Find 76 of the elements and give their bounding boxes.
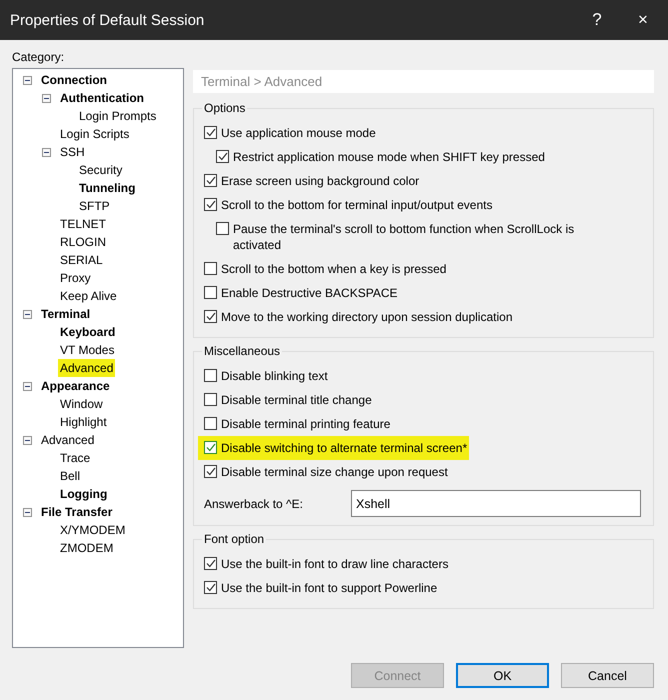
tree-item[interactable]: Advanced	[39, 431, 96, 449]
tree-item[interactable]: ZMODEM	[58, 539, 116, 557]
checkbox-label: Erase screen using background color	[221, 173, 420, 189]
checkbox[interactable]	[216, 150, 229, 163]
tree-item[interactable]: Advanced	[58, 359, 116, 377]
tree-item[interactable]: Login Scripts	[58, 125, 132, 143]
collapse-icon[interactable]	[42, 148, 51, 156]
checkbox-label: Pause the terminal's scroll to bottom function when ScrollLock is activated	[233, 221, 576, 253]
window-title: Properties of Default Session	[9, 12, 206, 28]
tree-item[interactable]: Connection	[39, 71, 109, 89]
collapse-icon[interactable]	[23, 382, 32, 390]
category-label: Category:	[12, 49, 66, 66]
tree-item[interactable]: Bell	[58, 467, 82, 485]
dialog-button[interactable]: OK	[456, 663, 549, 688]
group-title: Miscellaneous	[203, 344, 282, 358]
checkbox[interactable]	[204, 441, 217, 454]
group-title: Options	[203, 101, 246, 115]
tree-item[interactable]: VT Modes	[58, 341, 116, 359]
checkbox[interactable]	[204, 198, 217, 211]
tree-item[interactable]: Highlight	[58, 413, 109, 431]
tree-item[interactable]: Security	[77, 161, 124, 179]
checkbox[interactable]	[204, 174, 217, 187]
tree-item[interactable]: Proxy	[58, 269, 93, 287]
collapse-icon[interactable]	[23, 76, 32, 84]
checkbox-label: Scroll to the bottom when a key is pressed	[221, 261, 446, 277]
checkbox[interactable]	[204, 417, 217, 430]
checkbox[interactable]	[204, 581, 217, 594]
checkbox[interactable]	[204, 286, 217, 299]
tree-item[interactable]: SFTP	[77, 197, 112, 215]
checkbox[interactable]	[204, 262, 217, 275]
checkbox-label: Disable terminal printing feature	[221, 416, 390, 432]
checkbox-label: Use the built-in font to draw line characters	[221, 556, 448, 572]
close-button[interactable]: ×	[620, 0, 666, 40]
group-title: Font option	[203, 532, 266, 546]
tree-item[interactable]: Terminal	[39, 305, 92, 323]
checkbox-label: Scroll to the bottom for terminal input/output events	[221, 197, 492, 213]
checkbox-label: Disable terminal title change	[221, 392, 372, 408]
tree-item[interactable]: Keyboard	[58, 323, 118, 341]
answerback-field[interactable]: Xshell	[351, 490, 641, 517]
checkbox[interactable]	[204, 126, 217, 139]
collapse-icon[interactable]	[23, 310, 32, 318]
field-label: Answerback to ^E:	[204, 496, 304, 510]
tree-item[interactable]: RLOGIN	[58, 233, 108, 251]
tree-item[interactable]: Trace	[58, 449, 92, 467]
collapse-icon[interactable]	[23, 436, 32, 444]
checkbox[interactable]	[204, 465, 217, 478]
tree-item[interactable]: Logging	[58, 485, 110, 503]
tree-item[interactable]: Login Prompts	[77, 107, 158, 125]
tree-item[interactable]: Keep Alive	[58, 287, 119, 305]
tree-item[interactable]: Appearance	[39, 377, 112, 395]
breadcrumb: Terminal > Advanced	[193, 70, 654, 93]
dialog-button[interactable]: Cancel	[561, 663, 654, 688]
checkbox[interactable]	[204, 557, 217, 570]
checkbox-label: Move to the working directory upon session duplication	[221, 309, 512, 325]
checkbox-label: Enable Destructive BACKSPACE	[221, 285, 398, 301]
checkbox-label: Use the built-in font to support Powerline	[221, 580, 438, 596]
checkbox-label: Disable blinking text	[221, 368, 328, 384]
tree-item[interactable]: SSH	[58, 143, 87, 161]
tree-item[interactable]: File Transfer	[39, 503, 114, 521]
tree-item[interactable]: X/YMODEM	[58, 521, 128, 539]
tree-item[interactable]: Tunneling	[77, 179, 138, 197]
tree-item[interactable]: Window	[58, 395, 105, 413]
checkbox-label: Use application mouse mode	[221, 125, 376, 141]
tree-item[interactable]: TELNET	[58, 215, 108, 233]
checkbox-label: Disable terminal size change upon request	[221, 464, 448, 480]
checkbox[interactable]	[204, 369, 217, 382]
tree-item[interactable]: SERIAL	[58, 251, 105, 269]
checkbox-label: Restrict application mouse mode when SHIFT key pressed	[233, 149, 545, 165]
checkbox[interactable]	[204, 310, 217, 323]
checkbox[interactable]	[204, 393, 217, 406]
checkbox-label: Disable switching to alternate terminal screen*	[221, 440, 468, 456]
collapse-icon[interactable]	[42, 94, 51, 102]
tree-item[interactable]: Authentication	[58, 89, 146, 107]
collapse-icon[interactable]	[23, 508, 32, 516]
help-button[interactable]: ?	[574, 0, 620, 40]
checkbox[interactable]	[216, 222, 229, 235]
